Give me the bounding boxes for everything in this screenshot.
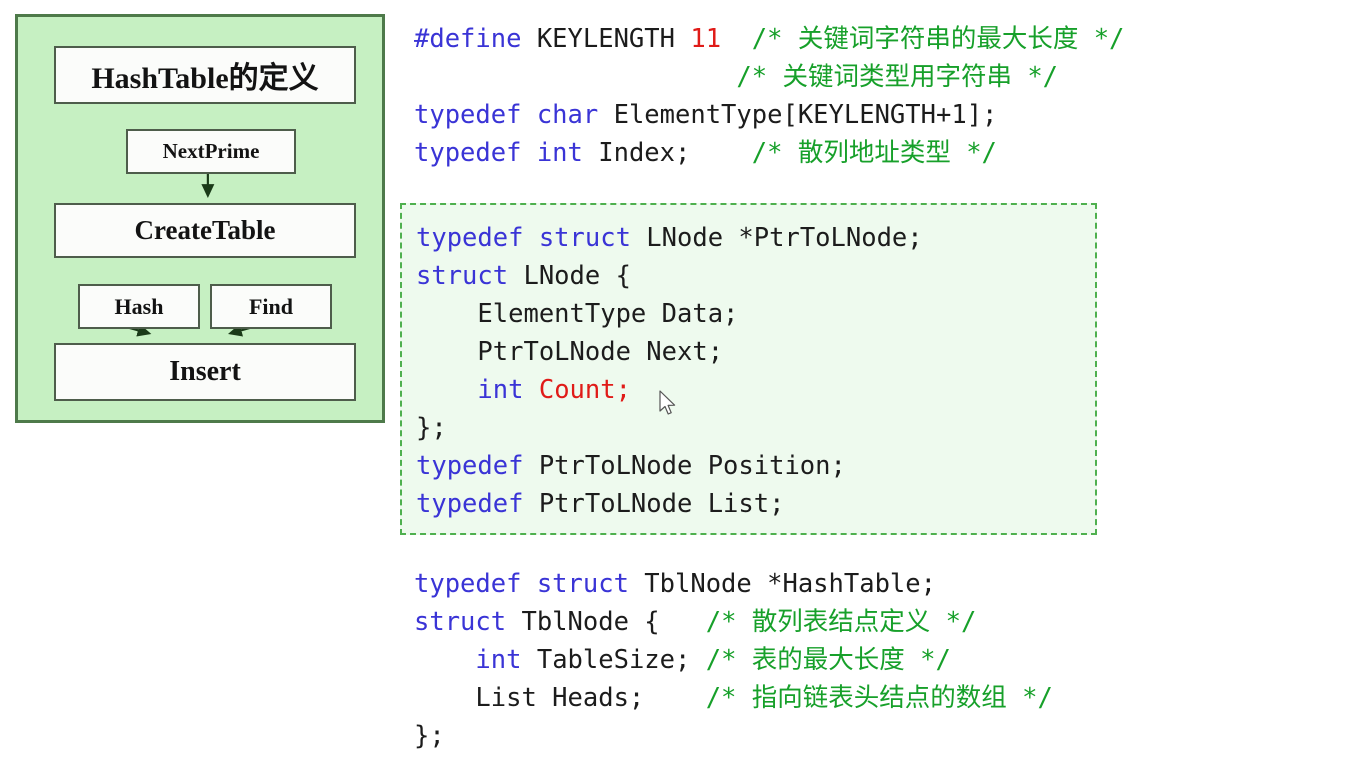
code-token-comment: /* 散列地址类型 */ bbox=[751, 138, 997, 168]
code-line: struct TblNode { /* 散列表结点定义 */ bbox=[414, 603, 1053, 641]
code-line: typedef PtrToLNode List; bbox=[416, 485, 1095, 523]
code-line: PtrToLNode Next; bbox=[416, 333, 1095, 371]
diagram-box-hashtable-definition: HashTable的定义 bbox=[54, 46, 356, 104]
code-token-keyword: typedef char bbox=[414, 100, 599, 130]
code-line: #define KEYLENGTH 11 /* 关键词字符串的最大长度 */ bbox=[414, 20, 1124, 58]
code-token-keyword: int bbox=[477, 375, 524, 405]
code-token-keyword: struct bbox=[414, 607, 507, 637]
code-token-identifier bbox=[414, 645, 475, 675]
code-line: }; bbox=[414, 717, 1053, 755]
code-token-identifier: List Heads; bbox=[414, 683, 706, 713]
diagram-box-find: Find bbox=[210, 284, 332, 329]
code-token-identifier: TblNode *HashTable; bbox=[628, 569, 936, 599]
code-token-keyword: typedef bbox=[416, 451, 524, 481]
code-token-keyword: typedef struct bbox=[416, 223, 631, 253]
code-token-identifier: TblNode { bbox=[506, 607, 706, 637]
code-line: int Count; bbox=[416, 371, 1095, 409]
code-line: struct LNode { bbox=[416, 257, 1095, 295]
code-token-identifier: LNode { bbox=[508, 261, 631, 291]
diagram-box-label: CreateTable bbox=[134, 215, 276, 245]
diagram-box-label: HashTable的定义 bbox=[91, 62, 319, 95]
code-token-comment: /* 关键词类型用字符串 */ bbox=[736, 62, 1059, 92]
code-line: typedef int Index; /* 散列地址类型 */ bbox=[414, 134, 1124, 172]
code-token-identifier: PtrToLNode List; bbox=[523, 489, 785, 519]
code-token-comment: /* 表的最大长度 */ bbox=[705, 645, 951, 675]
code-token-comment: /* 指向链表头结点的数组 */ bbox=[705, 683, 1053, 713]
code-line: }; bbox=[416, 409, 1095, 447]
code-token-identifier: }; bbox=[416, 413, 447, 443]
code-block-tblnode-struct: typedef struct TblNode *HashTable; struct… bbox=[414, 565, 1053, 755]
diagram-box-label: Find bbox=[248, 293, 294, 319]
code-line: List Heads; /* 指向链表头结点的数组 */ bbox=[414, 679, 1053, 717]
code-block-lnode-struct: typedef struct LNode *PtrToLNode; struct … bbox=[400, 203, 1097, 535]
code-token-identifier: LNode *PtrToLNode; bbox=[630, 223, 923, 253]
code-token-red: Count; bbox=[538, 375, 631, 405]
code-token-identifier bbox=[416, 375, 477, 405]
code-line: typedef struct TblNode *HashTable; bbox=[414, 565, 1053, 603]
diagram-box-label: NextPrime bbox=[162, 139, 260, 163]
code-token-keyword: int bbox=[475, 645, 522, 675]
code-token-identifier bbox=[414, 62, 736, 92]
code-token-identifier: }; bbox=[414, 721, 445, 751]
code-token-keyword: struct bbox=[416, 261, 509, 291]
code-token-keyword: typedef bbox=[416, 489, 524, 519]
code-token-number: 11 bbox=[690, 24, 722, 54]
code-line: ElementType Data; bbox=[416, 295, 1095, 333]
diagram-box-createtable: CreateTable bbox=[54, 203, 356, 258]
code-token-identifier: PtrToLNode Next; bbox=[416, 337, 724, 367]
code-block-defines: #define KEYLENGTH 11 /* 关键词字符串的最大长度 */ /… bbox=[414, 20, 1124, 172]
diagram-box-insert: Insert bbox=[54, 343, 356, 401]
code-token-comment: /* 关键词字符串的最大长度 */ bbox=[751, 24, 1125, 54]
code-token-identifier bbox=[721, 24, 752, 54]
code-token-identifier: KEYLENGTH bbox=[521, 24, 691, 54]
code-token-identifier: ElementType Data; bbox=[416, 299, 739, 329]
code-line: typedef PtrToLNode Position; bbox=[416, 447, 1095, 485]
code-token-keyword: typedef struct bbox=[414, 569, 629, 599]
code-token-identifier bbox=[523, 375, 538, 405]
code-token-identifier: Index; bbox=[582, 138, 752, 168]
code-line: typedef char ElementType[KEYLENGTH+1]; bbox=[414, 96, 1124, 134]
code-line: /* 关键词类型用字符串 */ bbox=[414, 58, 1124, 96]
diagram-box-label: Insert bbox=[169, 356, 241, 387]
hashtable-definition-diagram: HashTable的定义 NextPrime CreateTable Hash … bbox=[15, 14, 385, 423]
diagram-box-hash: Hash bbox=[78, 284, 200, 329]
code-token-identifier: TableSize; bbox=[521, 645, 706, 675]
code-token-keyword: typedef int bbox=[414, 138, 583, 168]
diagram-box-nextprime: NextPrime bbox=[126, 129, 296, 174]
code-token-keyword: #define bbox=[414, 24, 522, 54]
code-line: typedef struct LNode *PtrToLNode; bbox=[416, 219, 1095, 257]
code-token-identifier: ElementType[KEYLENGTH+1]; bbox=[598, 100, 998, 130]
diagram-box-label: Hash bbox=[114, 293, 164, 319]
code-token-identifier: PtrToLNode Position; bbox=[523, 451, 846, 481]
code-line: int TableSize; /* 表的最大长度 */ bbox=[414, 641, 1053, 679]
code-token-comment: /* 散列表结点定义 */ bbox=[705, 607, 977, 637]
